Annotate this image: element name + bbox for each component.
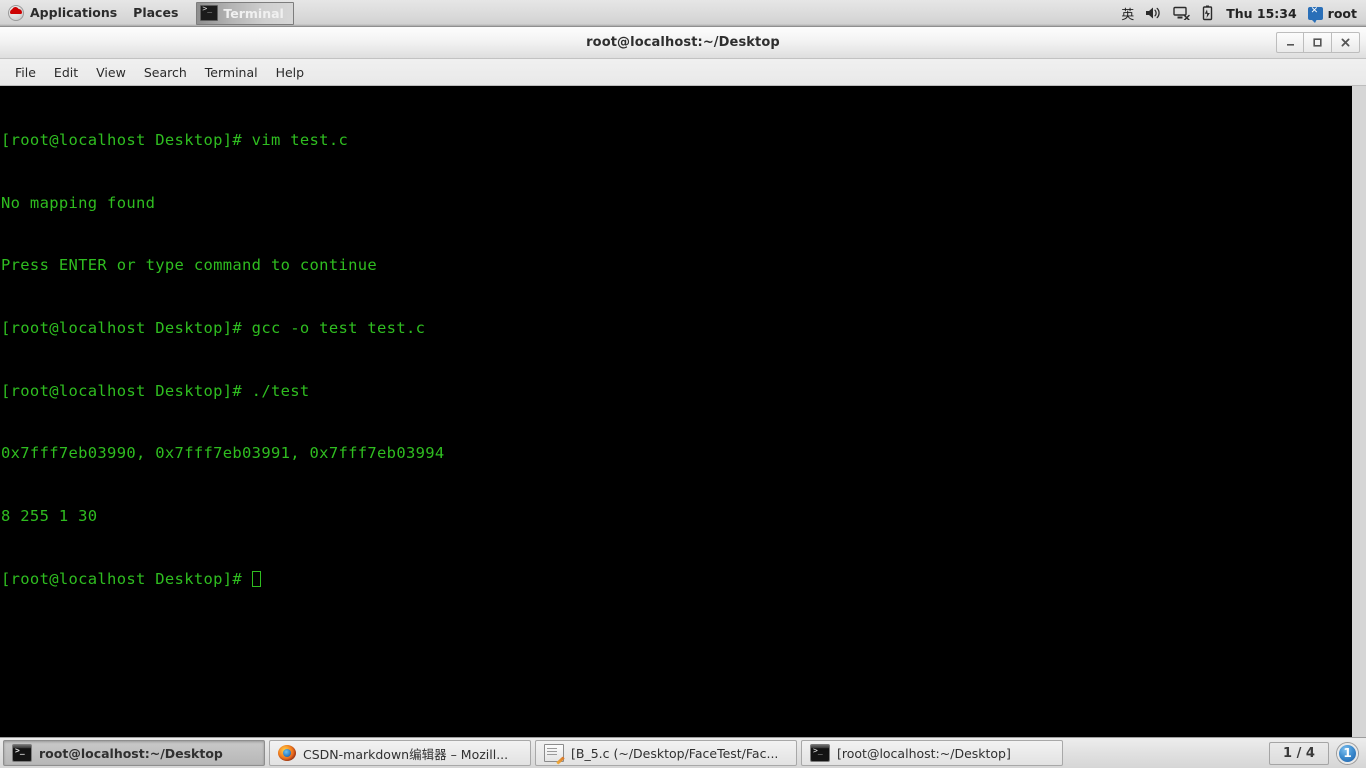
terminal-line: [root@localhost Desktop]# gcc -o test te…: [1, 318, 426, 337]
places-menu[interactable]: Places: [125, 3, 186, 24]
terminal-icon: [200, 5, 219, 21]
terminal-icon: [810, 744, 830, 762]
taskbar-item-gedit[interactable]: [B_5.c (~/Desktop/FaceTest/Fac...: [535, 740, 797, 766]
terminal-output[interactable]: [root@localhost Desktop]# vim test.c No …: [0, 86, 1351, 737]
workspace-area: 1 / 4 1: [1269, 741, 1363, 765]
taskbar-item-label: [root@localhost:~/Desktop]: [837, 745, 1011, 761]
user-menu[interactable]: root: [1307, 5, 1357, 23]
places-menu-label: Places: [133, 5, 179, 20]
terminal-icon: [12, 744, 32, 762]
taskbar-window-list: root@localhost:~/Desktop CSDN-markdown编辑…: [3, 740, 1269, 766]
firefox-icon: [278, 745, 296, 761]
applications-menu-label: Applications: [30, 5, 118, 20]
applications-menu[interactable]: Applications: [0, 3, 125, 24]
terminal-prompt-line: [root@localhost Desktop]#: [1, 569, 1351, 590]
terminal-scrollbar[interactable]: [1351, 86, 1366, 737]
window-titlebar[interactable]: root@localhost:~/Desktop: [0, 27, 1366, 59]
minimize-button[interactable]: [1276, 32, 1304, 53]
gedit-icon: [544, 744, 564, 762]
terminal-line: 0x7fff7eb03990, 0x7fff7eb03991, 0x7fff7e…: [1, 444, 445, 463]
window-list-item-terminal[interactable]: Terminal: [196, 1, 294, 25]
taskbar-item-label: [B_5.c (~/Desktop/FaceTest/Fac...: [571, 745, 779, 761]
taskbar-item-firefox[interactable]: CSDN-markdown编辑器 – Mozill...: [269, 740, 531, 766]
speaker-icon[interactable]: [1145, 6, 1162, 20]
taskbar-item-terminal-2[interactable]: [root@localhost:~/Desktop]: [801, 740, 1063, 766]
menu-file[interactable]: File: [6, 62, 45, 83]
bottom-panel: root@localhost:~/Desktop CSDN-markdown编辑…: [0, 737, 1366, 768]
window-controls: [1276, 32, 1366, 53]
battery-charging-icon[interactable]: [1202, 5, 1215, 21]
input-method-indicator[interactable]: 英: [1121, 4, 1134, 23]
menu-bar: File Edit View Search Terminal Help: [0, 59, 1366, 86]
terminal-line: No mapping found: [1, 193, 156, 212]
terminal-line: Press ENTER or type command to continue: [1, 256, 378, 275]
terminal-line: [root@localhost Desktop]# vim test.c: [1, 130, 349, 149]
workspace-switcher[interactable]: 1 / 4: [1269, 741, 1329, 765]
terminal-line: 8 255 1 30: [1, 507, 98, 526]
menu-terminal[interactable]: Terminal: [196, 62, 267, 83]
network-disconnected-icon[interactable]: [1173, 6, 1191, 20]
menu-search[interactable]: Search: [135, 62, 196, 83]
taskbar-item-label: CSDN-markdown编辑器 – Mozill...: [303, 746, 509, 762]
terminal-line: [root@localhost Desktop]# ./test: [1, 381, 310, 400]
user-menu-label: root: [1327, 5, 1357, 21]
menu-edit[interactable]: Edit: [45, 62, 87, 83]
menu-help[interactable]: Help: [267, 62, 314, 83]
user-session-icon: [1307, 5, 1323, 23]
clock[interactable]: Thu 15:34: [1226, 6, 1296, 21]
top-window-list: Terminal: [196, 1, 294, 25]
terminal-prompt: [root@localhost Desktop]#: [1, 569, 252, 588]
taskbar-item-label: root@localhost:~/Desktop: [39, 745, 223, 761]
terminal-cursor: [251, 570, 261, 587]
redhat-logo-icon: [8, 4, 24, 21]
close-button[interactable]: [1332, 32, 1360, 53]
window-list-item-label: Terminal: [223, 5, 284, 21]
notification-badge[interactable]: 1: [1337, 742, 1358, 764]
taskbar-item-terminal-1[interactable]: root@localhost:~/Desktop: [3, 740, 265, 766]
terminal-window: root@localhost:~/Desktop File Edit View …: [0, 27, 1366, 737]
window-title: root@localhost:~/Desktop: [586, 35, 780, 50]
desktop-screen: Applications Places Terminal 英: [0, 0, 1366, 768]
system-tray: 英 Thu 15:34 ✕ root: [1121, 4, 1366, 23]
menu-view[interactable]: View: [87, 62, 135, 83]
terminal-body[interactable]: [root@localhost Desktop]# vim test.c No …: [0, 86, 1366, 737]
maximize-button[interactable]: [1304, 32, 1332, 53]
top-panel: Applications Places Terminal 英: [0, 0, 1366, 27]
